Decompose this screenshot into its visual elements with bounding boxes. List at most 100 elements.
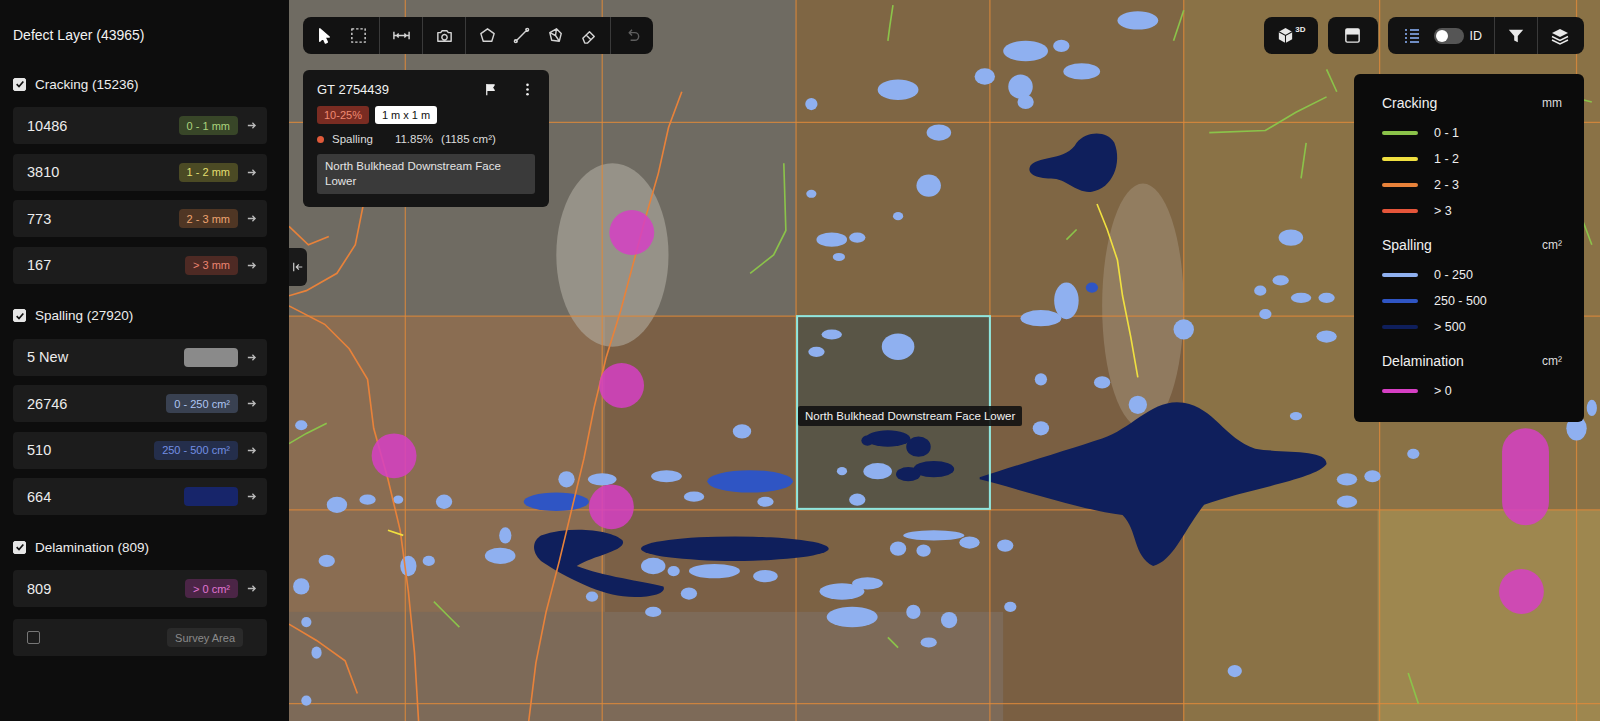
spalling-area[interactable] — [757, 497, 773, 507]
spalling-area[interactable] — [423, 556, 435, 566]
spalling-area[interactable] — [975, 68, 995, 84]
spalling-area[interactable] — [393, 496, 403, 504]
spalling-area[interactable] — [906, 436, 930, 456]
crack-line[interactable] — [1174, 10, 1184, 41]
arrow-right-icon[interactable] — [246, 260, 257, 271]
spalling-area[interactable] — [1003, 41, 1048, 61]
spalling-area[interactable] — [1290, 412, 1302, 420]
spalling-area[interactable] — [641, 536, 829, 560]
crack-line[interactable] — [289, 624, 357, 693]
spalling-area[interactable] — [301, 696, 311, 706]
spalling-area[interactable] — [808, 347, 824, 357]
line-tool[interactable] — [508, 23, 534, 49]
spalling-area[interactable] — [1029, 134, 1117, 192]
collapse-panel-button[interactable] — [289, 248, 307, 286]
spalling-area[interactable] — [645, 607, 661, 617]
pointer-tool[interactable] — [311, 23, 337, 49]
crack-line[interactable] — [1301, 143, 1306, 179]
group-checkbox[interactable] — [13, 309, 26, 322]
spalling-area[interactable] — [916, 545, 930, 557]
spalling-area[interactable] — [1017, 95, 1033, 109]
arrow-right-icon[interactable] — [246, 491, 257, 502]
spalling-area[interactable] — [681, 587, 697, 599]
delamination-area[interactable] — [589, 484, 634, 529]
defect-row[interactable]: 5 New — [13, 339, 267, 376]
spalling-area[interactable] — [837, 467, 847, 475]
spalling-area[interactable] — [1033, 421, 1049, 435]
spalling-area[interactable] — [852, 577, 883, 589]
delamination-area[interactable] — [1502, 428, 1549, 525]
shape-tool[interactable] — [542, 23, 568, 49]
spalling-area[interactable] — [1364, 470, 1380, 482]
flag-icon[interactable] — [483, 82, 498, 97]
defect-row[interactable]: 38101 - 2 mm — [13, 154, 267, 191]
split-view-button[interactable] — [1328, 17, 1378, 54]
id-toggle[interactable] — [1434, 28, 1464, 44]
spalling-area[interactable] — [806, 190, 816, 198]
spalling-area[interactable] — [295, 420, 307, 430]
spalling-area[interactable] — [400, 556, 416, 576]
spalling-area[interactable] — [941, 612, 957, 628]
spalling-area[interactable] — [882, 333, 915, 360]
polygon-tool[interactable] — [474, 23, 500, 49]
spalling-area[interactable] — [319, 555, 335, 567]
spalling-area[interactable] — [753, 570, 777, 582]
crack-line[interactable] — [1408, 673, 1418, 704]
camera-tool[interactable] — [431, 23, 457, 49]
spalling-area[interactable] — [805, 98, 817, 110]
delamination-area[interactable] — [609, 210, 654, 255]
spalling-area[interactable] — [849, 233, 865, 243]
spalling-area[interactable] — [1273, 275, 1289, 285]
crack-line[interactable] — [388, 530, 403, 535]
spalling-area[interactable] — [641, 558, 665, 574]
arrow-right-icon[interactable] — [246, 398, 257, 409]
spalling-area[interactable] — [1094, 376, 1110, 388]
spalling-area[interactable] — [689, 564, 740, 578]
spalling-area[interactable] — [903, 530, 964, 540]
delamination-area[interactable] — [1499, 569, 1544, 614]
spalling-area[interactable] — [861, 435, 873, 445]
spalling-area[interactable] — [878, 80, 919, 100]
crack-line[interactable] — [529, 92, 682, 721]
delamination-area[interactable] — [599, 363, 644, 408]
spalling-area[interactable] — [822, 329, 842, 339]
ruler-tool[interactable] — [388, 23, 414, 49]
spalling-area[interactable] — [733, 424, 751, 438]
defect-row[interactable]: 167> 3 mm — [13, 247, 267, 284]
spalling-area[interactable] — [816, 233, 847, 247]
arrow-right-icon[interactable] — [246, 167, 257, 178]
spalling-area[interactable] — [588, 473, 617, 485]
delamination-area[interactable] — [372, 433, 417, 478]
spalling-area[interactable] — [921, 637, 937, 647]
spalling-area[interactable] — [327, 497, 347, 513]
spalling-area[interactable] — [651, 470, 682, 482]
spalling-area[interactable] — [1337, 473, 1357, 485]
spalling-area[interactable] — [863, 463, 892, 479]
group-checkbox[interactable] — [13, 78, 26, 91]
crack-line[interactable] — [289, 423, 327, 443]
spalling-area[interactable] — [485, 548, 516, 564]
crack-line[interactable] — [888, 637, 898, 647]
spalling-area[interactable] — [833, 253, 845, 261]
spalling-area[interactable] — [1117, 11, 1158, 29]
spalling-area[interactable] — [1318, 293, 1334, 303]
spalling-area[interactable] — [1337, 496, 1357, 508]
spalling-area[interactable] — [906, 605, 920, 619]
crack-line[interactable] — [1097, 204, 1138, 377]
defect-row[interactable]: 267460 - 250 cm² — [13, 385, 267, 422]
spalling-area[interactable] — [997, 539, 1013, 551]
group-checkbox[interactable] — [13, 541, 26, 554]
spalling-area[interactable] — [827, 607, 878, 627]
spalling-area[interactable] — [1008, 74, 1032, 98]
arrow-right-icon[interactable] — [246, 213, 257, 224]
spalling-area[interactable] — [1259, 309, 1271, 319]
spalling-area[interactable] — [1053, 40, 1069, 52]
arrow-right-icon[interactable] — [246, 120, 257, 131]
spalling-area[interactable] — [1228, 665, 1242, 677]
spalling-area[interactable] — [896, 467, 920, 481]
spalling-area[interactable] — [1291, 293, 1311, 303]
group-header[interactable]: Cracking (15236) — [13, 64, 267, 104]
defect-row[interactable]: 664 — [13, 478, 267, 515]
spalling-area[interactable] — [1021, 310, 1062, 326]
spalling-area[interactable] — [668, 566, 680, 576]
